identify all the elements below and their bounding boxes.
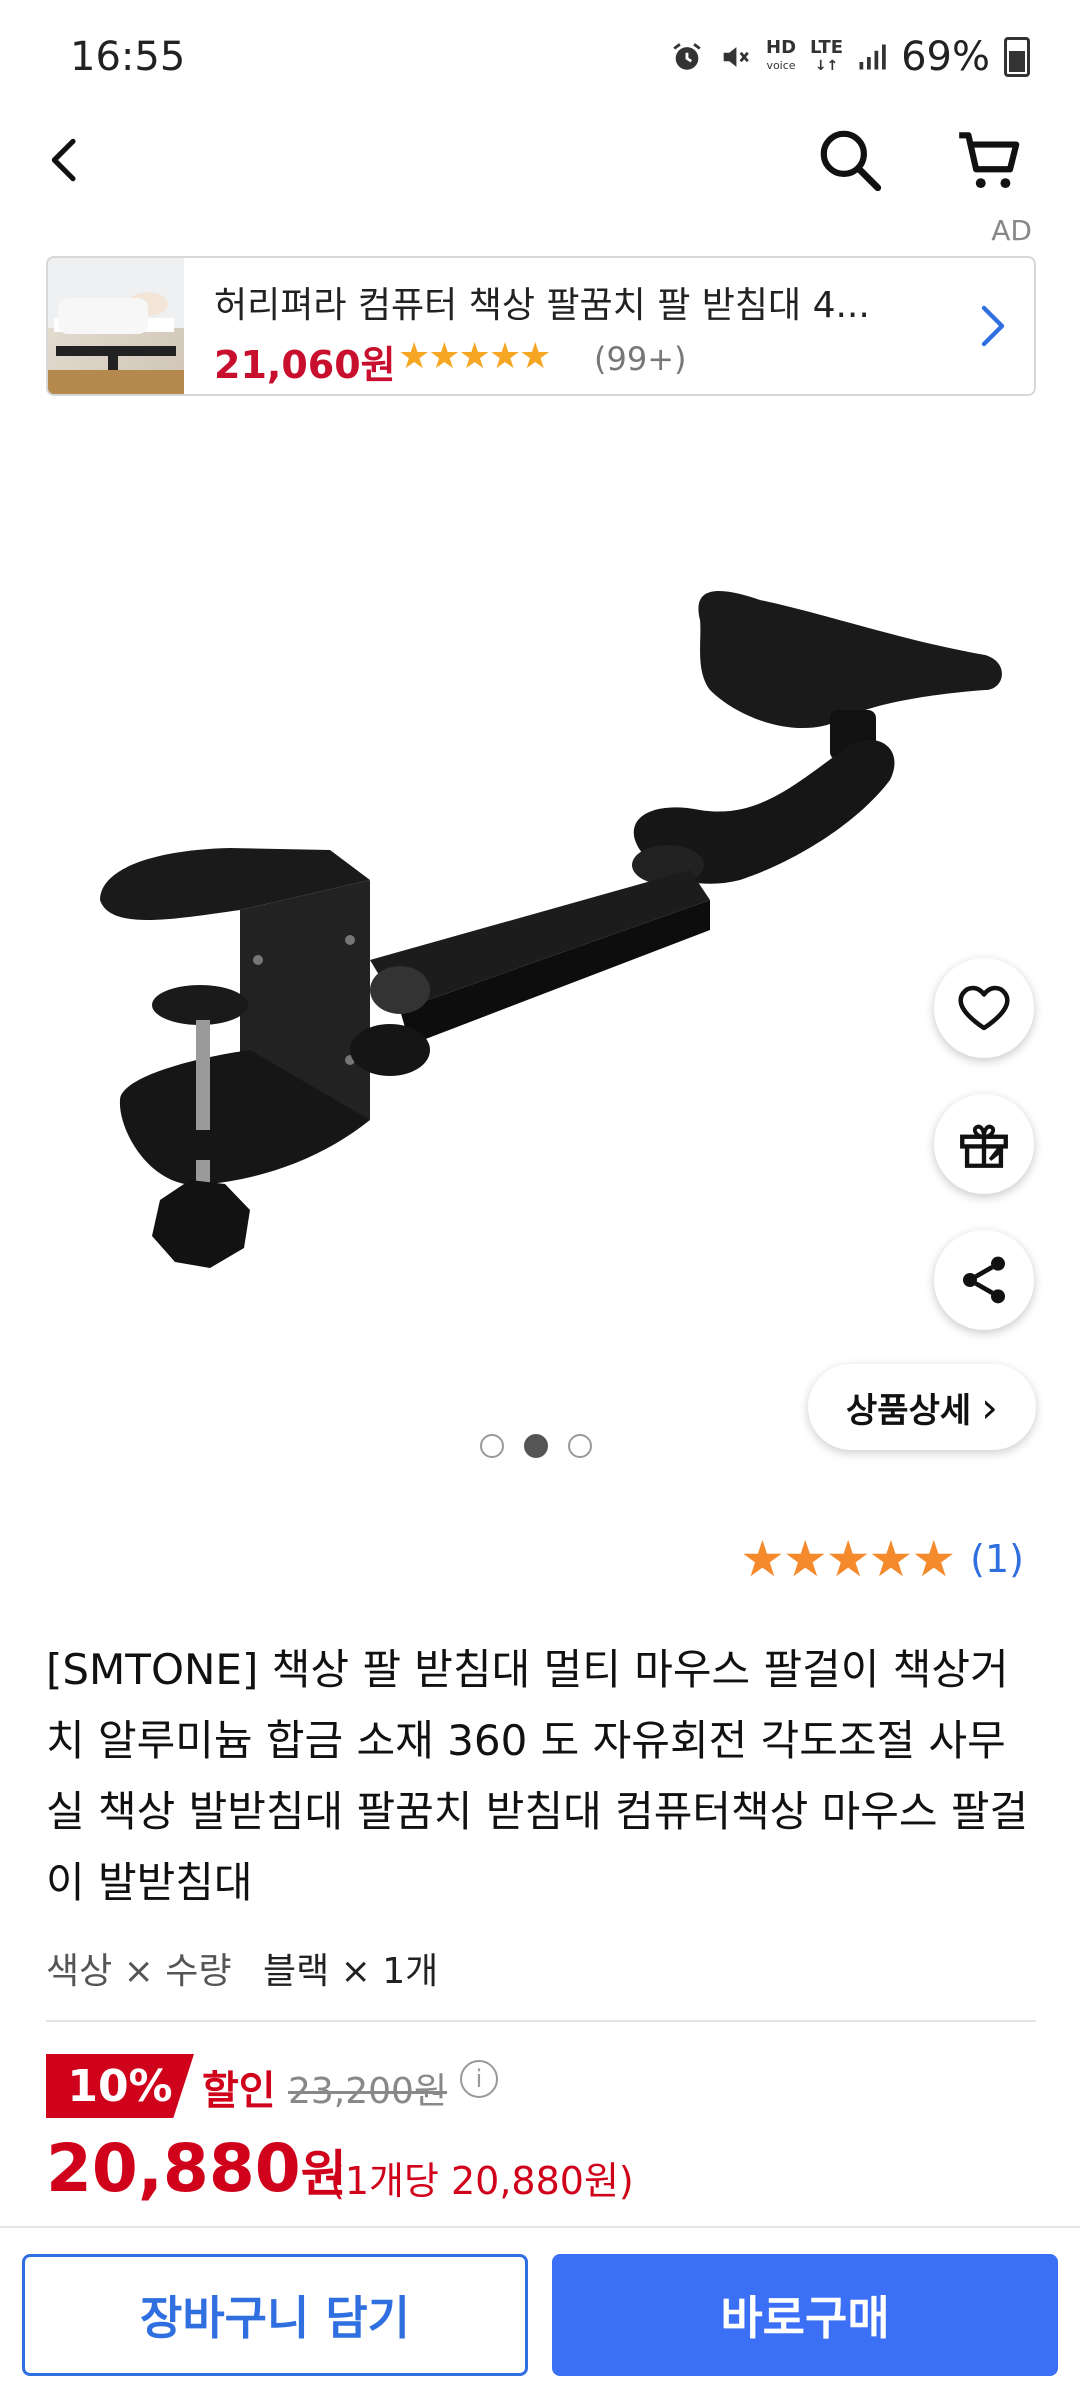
discount-badge: 10% bbox=[46, 2054, 194, 2118]
info-icon[interactable]: i bbox=[460, 2060, 498, 2098]
alarm-icon bbox=[673, 43, 701, 70]
ad-tag: AD bbox=[991, 214, 1032, 247]
hd-voice-icon: HD voice bbox=[766, 37, 797, 73]
share-icon bbox=[963, 1256, 1005, 1304]
lte-icon: LTE ↓↑ bbox=[810, 37, 844, 75]
share-button[interactable] bbox=[934, 1230, 1034, 1330]
option-value: 블랙 × 1개 bbox=[262, 1951, 439, 1992]
battery-percent: 69% bbox=[901, 34, 990, 80]
status-bar: 16:55 HD voice LTE ↓↑ 69% bbox=[0, 0, 1080, 110]
cart-button[interactable] bbox=[940, 110, 1040, 210]
option-label: 색상 × 수량 bbox=[46, 1951, 232, 1992]
signal-icon bbox=[859, 44, 886, 70]
ad-thumbnail bbox=[48, 258, 184, 394]
chevron-right-icon bbox=[968, 300, 1016, 356]
selected-option: 색상 × 수량 블랙 × 1개 bbox=[46, 1942, 438, 1994]
gift-icon bbox=[960, 1124, 1008, 1168]
product-rating[interactable]: ★★★★★ (1) bbox=[740, 1530, 1024, 1588]
ad-review-count: (99+) bbox=[594, 340, 687, 378]
cart-icon bbox=[959, 132, 1020, 189]
sale-price: 20,880원 bbox=[46, 2130, 347, 2207]
unit-price: (1개당 20,880원) bbox=[330, 2159, 634, 2203]
carousel-dot-active[interactable] bbox=[524, 1434, 548, 1458]
add-to-cart-button[interactable]: 장바구니 담기 bbox=[22, 2254, 528, 2376]
buy-now-button[interactable]: 바로구매 bbox=[552, 2254, 1058, 2376]
search-icon bbox=[820, 130, 882, 192]
ad-price: 21,060원 bbox=[214, 343, 396, 387]
search-button[interactable] bbox=[800, 110, 900, 210]
wishlist-button[interactable] bbox=[934, 958, 1034, 1058]
divider bbox=[46, 2020, 1036, 2022]
product-image[interactable] bbox=[0, 400, 1080, 1430]
mute-icon bbox=[723, 47, 749, 67]
back-button[interactable] bbox=[16, 110, 116, 210]
heart-icon bbox=[958, 985, 1010, 1031]
discount-label: 할인 bbox=[202, 2068, 276, 2114]
ad-title: 허리펴라 컴퓨터 책상 팔꿈치 팔 받침대 4... bbox=[214, 285, 870, 326]
original-price: 23,200원 bbox=[288, 2071, 448, 2112]
product-detail-label: 상품상세 bbox=[846, 1390, 972, 1431]
carousel-indicator bbox=[480, 1434, 592, 1458]
gift-button[interactable] bbox=[934, 1094, 1034, 1194]
bottom-action-bar: 장바구니 담기 바로구매 bbox=[0, 2226, 1080, 2402]
ad-star-rating: ★★★★★ bbox=[398, 336, 551, 377]
status-icons: HD voice LTE ↓↑ 69% bbox=[670, 34, 1030, 80]
back-arrow-icon bbox=[51, 138, 76, 182]
status-time: 16:55 bbox=[70, 34, 186, 80]
carousel-dot[interactable] bbox=[568, 1434, 592, 1458]
product-detail-button[interactable]: 상품상세 › bbox=[808, 1364, 1036, 1450]
top-app-bar bbox=[0, 110, 1080, 230]
review-count-link[interactable]: (1) bbox=[970, 1537, 1024, 1581]
battery-icon bbox=[1004, 37, 1030, 77]
product-title: [SMTONE] 책상 팔 받침대 멀티 마우스 팔걸이 책상거치 알루미늄 합… bbox=[46, 1645, 1029, 1907]
star-rating-icon: ★★★★★ bbox=[740, 1530, 956, 1588]
ad-banner[interactable]: 허리펴라 컴퓨터 책상 팔꿈치 팔 받침대 4... 21,060원 ★★★★★… bbox=[46, 256, 1036, 396]
sale-price-amount: 20,880 bbox=[46, 2130, 301, 2207]
carousel-dot[interactable] bbox=[480, 1434, 504, 1458]
chevron-right-icon: › bbox=[981, 1382, 998, 1432]
